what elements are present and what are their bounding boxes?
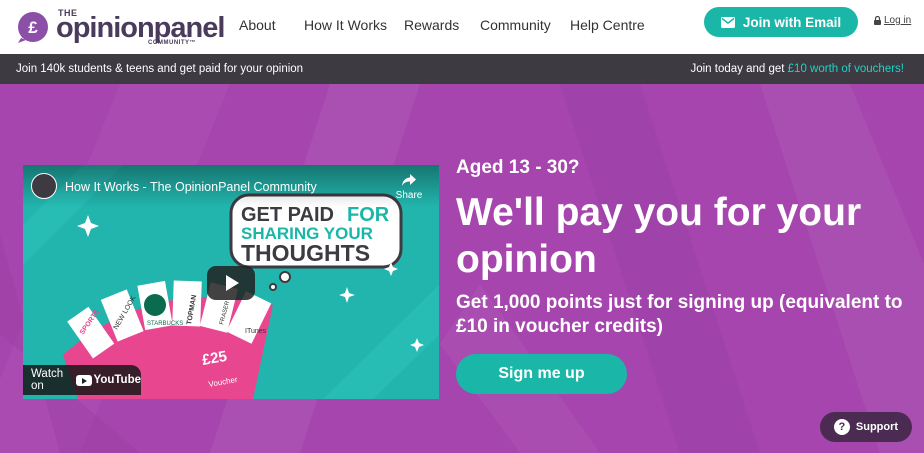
share-arrow-icon bbox=[402, 174, 416, 186]
thumb-for: FOR bbox=[347, 204, 390, 226]
join-with-email-button[interactable]: Join with Email bbox=[704, 7, 858, 37]
logo-badge-icon: £ bbox=[18, 12, 48, 43]
watch-on-youtube-button[interactable]: Watch on YouTube bbox=[23, 365, 141, 395]
thumb-thoughts: THOUGHTS bbox=[241, 240, 370, 266]
help-question-icon: ? bbox=[833, 419, 850, 435]
nav-rewards[interactable]: Rewards bbox=[404, 17, 459, 33]
play-icon bbox=[226, 275, 239, 291]
envelope-icon bbox=[720, 16, 735, 28]
promo-right-text: Join today and get £10 worth of vouchers… bbox=[690, 63, 904, 75]
thumb-get-paid: GET PAID bbox=[241, 204, 334, 226]
how-it-works-video[interactable]: GET PAID FOR SHARING YOUR THOUGHTS SPORT… bbox=[23, 165, 439, 399]
support-label: Support bbox=[855, 421, 899, 433]
nav-help-centre[interactable]: Help Centre bbox=[570, 17, 645, 33]
thumb-brand-itunes: ITunes bbox=[245, 328, 267, 335]
join-with-email-label: Join with Email bbox=[742, 14, 842, 30]
logo-pound-sign: £ bbox=[28, 18, 38, 37]
support-button[interactable]: ? Support bbox=[820, 412, 912, 442]
video-title[interactable]: How It Works - The OpinionPanel Communit… bbox=[65, 180, 317, 194]
thumb-brand-starbucks: STARBUCKS bbox=[147, 321, 183, 327]
nav-community[interactable]: Community bbox=[480, 17, 551, 33]
youtube-icon bbox=[75, 374, 92, 386]
top-navigation: £ THE opinionpanel COMMUNITY™ About How … bbox=[0, 0, 924, 54]
logo-community: COMMUNITY™ bbox=[148, 40, 196, 46]
youtube-label: YouTube bbox=[93, 374, 141, 386]
promo-right-prefix: Join today and get bbox=[690, 63, 788, 75]
logo-wordmark: opinionpanel bbox=[56, 12, 225, 44]
opinionpanel-logo[interactable]: £ THE opinionpanel COMMUNITY™ bbox=[16, 8, 225, 48]
hero-section: GET PAID FOR SHARING YOUR THOUGHTS SPORT… bbox=[0, 84, 924, 453]
thumb-starbucks-logo bbox=[144, 294, 166, 316]
share-button[interactable]: Share bbox=[394, 173, 424, 201]
promo-voucher-link[interactable]: £10 worth of vouchers! bbox=[788, 63, 904, 75]
promo-left-text: Join 140k students & teens and get paid … bbox=[16, 63, 304, 75]
video-play-button[interactable] bbox=[207, 266, 255, 300]
nav-how-it-works[interactable]: How It Works bbox=[304, 17, 387, 33]
watch-on-label: Watch on bbox=[31, 368, 64, 392]
hero-age-range: Aged 13 - 30? bbox=[456, 157, 580, 178]
hero-subheadline: Get 1,000 points just for signing up (eq… bbox=[456, 292, 903, 337]
lock-icon bbox=[874, 16, 881, 25]
promo-bar: Join 140k students & teens and get paid … bbox=[0, 54, 924, 84]
nav-about[interactable]: About bbox=[239, 17, 276, 33]
hero-headline: We'll pay you for your opinion bbox=[456, 191, 862, 281]
youtube-logo: YouTube bbox=[75, 374, 141, 386]
login-label: Log in bbox=[884, 15, 912, 26]
sign-me-up-button[interactable]: Sign me up bbox=[456, 354, 627, 394]
login-link[interactable]: Log in bbox=[874, 15, 911, 26]
channel-avatar[interactable] bbox=[31, 173, 57, 199]
share-label: Share bbox=[395, 190, 423, 201]
